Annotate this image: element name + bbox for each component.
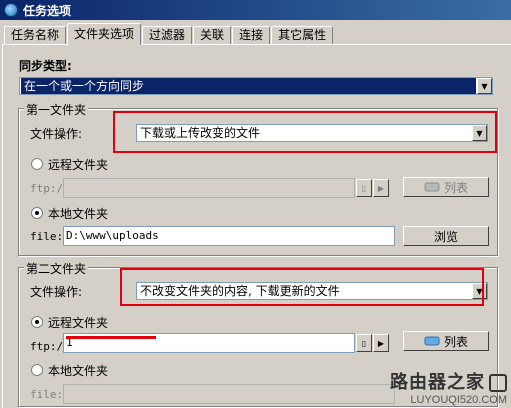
redaction-mark <box>66 336 156 339</box>
window-title: 任务选项 <box>23 3 72 18</box>
second-local-path-input[interactable] <box>63 384 395 404</box>
second-local-radio[interactable] <box>31 364 43 376</box>
first-local-radio[interactable] <box>31 207 43 219</box>
browse-button[interactable]: 浏览 <box>403 226 489 246</box>
second-file-op-label: 文件操作: <box>30 285 83 299</box>
first-file-op-label: 文件操作: <box>30 127 83 141</box>
server-icon <box>424 336 440 346</box>
second-remote-radio[interactable] <box>31 316 43 328</box>
first-local-path-input[interactable]: D:\www\uploads <box>63 226 395 246</box>
watermark: 路由器之家 LUYOUQI520.COM <box>390 368 507 406</box>
sync-type-value: 在一个或一个方向同步 <box>21 78 476 94</box>
app-icon <box>4 3 18 17</box>
first-ftp-bookmark-button[interactable]: ▯ <box>356 179 372 197</box>
tab-connection[interactable]: 连接 <box>232 26 271 45</box>
tab-association[interactable]: 关联 <box>193 26 232 45</box>
second-ftp-bookmark-button[interactable]: ▯ <box>356 334 372 352</box>
first-ftp-input[interactable] <box>63 178 355 198</box>
first-folder-title: 第一文件夹 <box>24 101 89 118</box>
first-remote-radio[interactable] <box>31 158 43 170</box>
title-bar: 任务选项 <box>0 0 511 20</box>
tab-folder-options[interactable]: 文件夹选项 <box>67 23 142 45</box>
first-list-button[interactable]: 列表 <box>403 177 489 197</box>
tab-task-name[interactable]: 任务名称 <box>4 26 67 45</box>
tab-strip: 任务名称 文件夹选项 过滤器 关联 连接 其它属性 <box>4 23 334 45</box>
highlight-box-first-op <box>113 111 497 153</box>
chevron-down-icon[interactable]: ▼ <box>477 78 492 94</box>
first-ftp-arrow-button[interactable]: ▶ <box>373 179 389 197</box>
second-folder-title: 第二文件夹 <box>24 260 89 277</box>
watermark-title: 路由器之家 <box>390 372 485 393</box>
first-remote-label: 远程文件夹 <box>48 158 109 172</box>
sync-type-select[interactable]: 在一个或一个方向同步 ▼ <box>19 77 493 95</box>
second-list-button[interactable]: 列表 <box>403 331 489 351</box>
second-local-label: 本地文件夹 <box>48 364 109 378</box>
second-list-label: 列表 <box>443 334 468 349</box>
first-list-label: 列表 <box>443 180 468 195</box>
sync-type-label: 同步类型: <box>19 59 72 73</box>
first-local-label: 本地文件夹 <box>48 207 109 221</box>
tab-filters[interactable]: 过滤器 <box>142 26 193 45</box>
second-remote-label: 远程文件夹 <box>48 316 109 330</box>
server-icon <box>424 182 440 192</box>
watermark-url: LUYOUQI520.COM <box>410 394 507 406</box>
highlight-box-second-op <box>120 268 484 306</box>
second-ftp-arrow-button[interactable]: ▶ <box>373 334 389 352</box>
router-icon <box>489 374 507 392</box>
tab-other-properties[interactable]: 其它属性 <box>271 26 334 45</box>
